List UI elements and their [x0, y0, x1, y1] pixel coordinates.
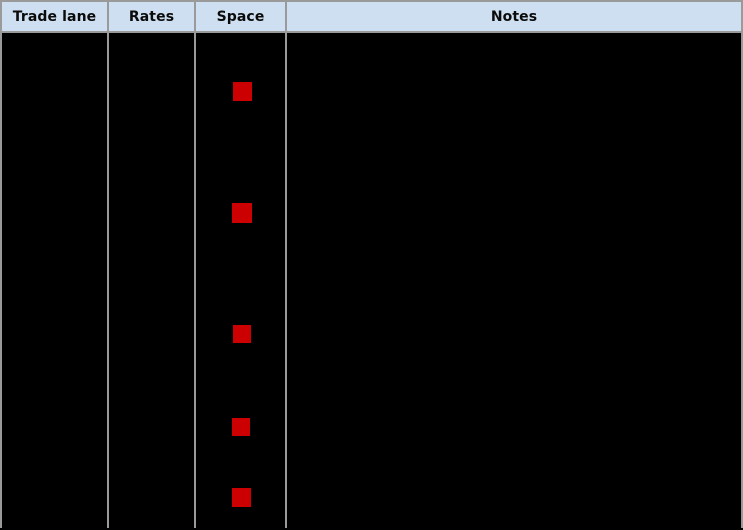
column-header-trade-lane-label: Trade lane	[12, 8, 97, 25]
table-row[interactable]	[0, 33, 743, 153]
cell-notes-text	[287, 153, 741, 165]
column-header-trade-lane[interactable]: Trade lane	[0, 2, 109, 31]
column-header-rates[interactable]: Rates	[109, 2, 196, 31]
status-square-icon	[233, 82, 252, 101]
cell-rates-text	[109, 275, 194, 287]
cell-space	[196, 460, 287, 528]
table-row[interactable]	[0, 153, 743, 275]
table-header-row: Trade lane Rates Space Notes	[0, 0, 743, 33]
cell-notes	[287, 377, 743, 460]
cell-trade-lane	[0, 153, 109, 275]
cell-notes-text	[287, 377, 741, 389]
cell-notes-text	[287, 33, 741, 45]
table-row[interactable]	[0, 377, 743, 460]
status-square-icon	[232, 203, 252, 223]
cell-notes	[287, 460, 743, 528]
cell-rates	[109, 377, 196, 460]
table-body	[0, 33, 743, 530]
cell-trade-lane	[0, 33, 109, 153]
cell-notes	[287, 153, 743, 275]
cell-trade-lane	[0, 460, 109, 528]
cell-notes-text	[287, 460, 741, 472]
cell-space	[196, 33, 287, 153]
table-row[interactable]	[0, 460, 743, 528]
cell-notes	[287, 275, 743, 377]
cell-rates-text	[109, 377, 194, 389]
cell-rates-text	[109, 153, 194, 165]
cell-trade-lane-text	[2, 153, 107, 165]
column-header-space-label: Space	[216, 8, 265, 25]
cell-trade-lane-text	[2, 275, 107, 287]
table-row[interactable]	[0, 275, 743, 377]
column-header-rates-label: Rates	[128, 8, 175, 25]
cell-rates	[109, 275, 196, 377]
cell-notes	[287, 33, 743, 153]
cell-trade-lane	[0, 377, 109, 460]
cell-rates	[109, 460, 196, 528]
cell-space	[196, 275, 287, 377]
cell-space	[196, 153, 287, 275]
trade-lane-table: Trade lane Rates Space Notes	[0, 0, 743, 530]
column-header-space[interactable]: Space	[196, 2, 287, 31]
cell-rates-text	[109, 33, 194, 45]
status-square-icon	[233, 325, 251, 343]
cell-rates-text	[109, 460, 194, 472]
cell-notes-text	[287, 275, 741, 287]
cell-space	[196, 377, 287, 460]
cell-rates	[109, 153, 196, 275]
cell-trade-lane-text	[2, 377, 107, 389]
status-square-icon	[232, 488, 251, 507]
cell-rates	[109, 33, 196, 153]
cell-trade-lane-text	[2, 460, 107, 472]
column-header-notes[interactable]: Notes	[287, 2, 743, 31]
status-square-icon	[232, 418, 250, 436]
cell-trade-lane-text	[2, 33, 107, 45]
column-header-notes-label: Notes	[490, 8, 538, 25]
cell-trade-lane	[0, 275, 109, 377]
